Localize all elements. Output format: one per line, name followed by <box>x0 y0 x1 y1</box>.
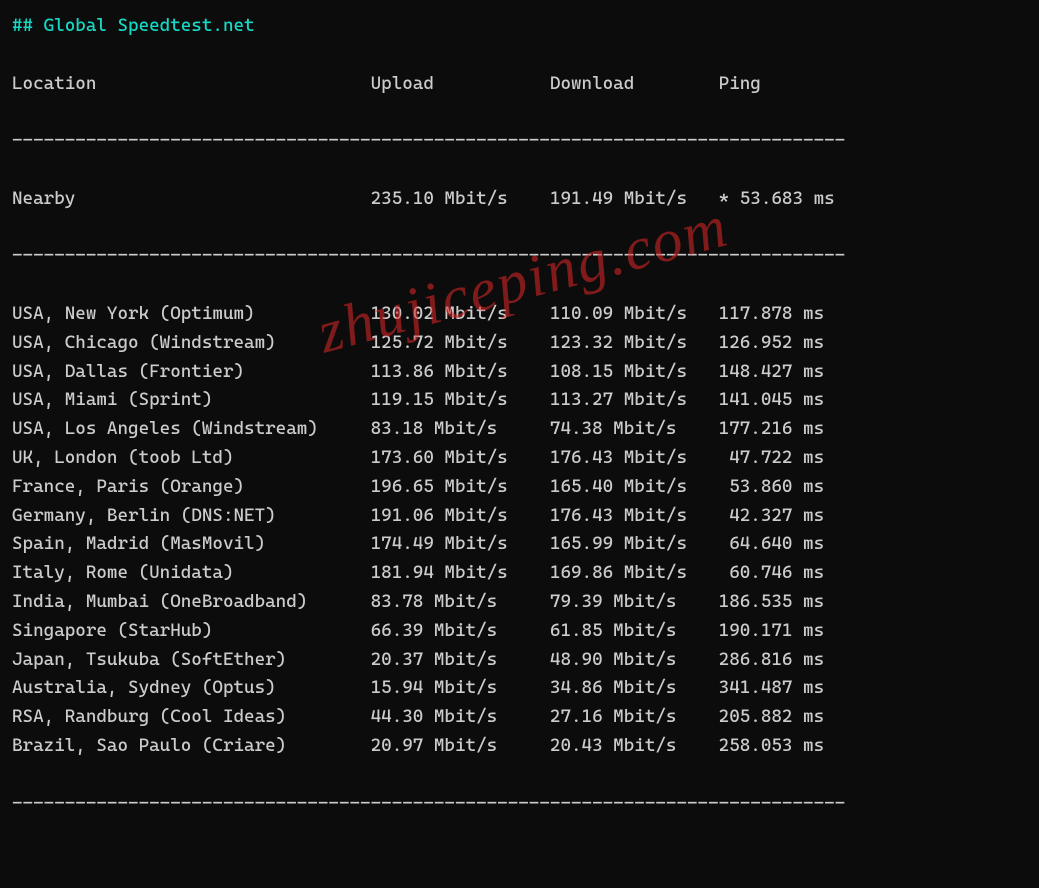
table-row: USA, Dallas (Frontier) 113.86 Mbit/s 108… <box>12 358 1027 387</box>
col-upload: Upload <box>371 73 434 94</box>
table-row: Spain, Madrid (MasMovil) 174.49 Mbit/s 1… <box>12 530 1027 559</box>
table-row: France, Paris (Orange) 196.65 Mbit/s 165… <box>12 473 1027 502</box>
table-header-row: Location Upload Download Ping <box>12 70 1027 99</box>
divider: ----------------------------------------… <box>12 127 1027 156</box>
table-row: USA, Chicago (Windstream) 125.72 Mbit/s … <box>12 329 1027 358</box>
table-row: RSA, Randburg (Cool Ideas) 44.30 Mbit/s … <box>12 703 1027 732</box>
col-ping: Ping <box>719 73 761 94</box>
table-row: USA, New York (Optimum) 130.02 Mbit/s 11… <box>12 300 1027 329</box>
speedtest-table: Location Upload Download Ping ----------… <box>12 41 1027 876</box>
col-download: Download <box>550 73 634 94</box>
table-row: Singapore (StarHub) 66.39 Mbit/s 61.85 M… <box>12 617 1027 646</box>
table-row: USA, Miami (Sprint) 119.15 Mbit/s 113.27… <box>12 386 1027 415</box>
table-row: UK, London (toob Ltd) 173.60 Mbit/s 176.… <box>12 444 1027 473</box>
table-row: Brazil, Sao Paulo (Criare) 20.97 Mbit/s … <box>12 732 1027 761</box>
nearby-row: Nearby 235.10 Mbit/s 191.49 Mbit/s * 53.… <box>12 185 1027 214</box>
divider: ----------------------------------------… <box>12 242 1027 271</box>
table-row: India, Mumbai (OneBroadband) 83.78 Mbit/… <box>12 588 1027 617</box>
section-title: ## Global Speedtest.net <box>12 12 1027 41</box>
table-row: Japan, Tsukuba (SoftEther) 20.37 Mbit/s … <box>12 646 1027 675</box>
table-row: Germany, Berlin (DNS:NET) 191.06 Mbit/s … <box>12 502 1027 531</box>
divider: ----------------------------------------… <box>12 790 1027 819</box>
table-row: USA, Los Angeles (Windstream) 83.18 Mbit… <box>12 415 1027 444</box>
col-location: Location <box>12 73 96 94</box>
table-row: Australia, Sydney (Optus) 15.94 Mbit/s 3… <box>12 674 1027 703</box>
table-row: Italy, Rome (Unidata) 181.94 Mbit/s 169.… <box>12 559 1027 588</box>
